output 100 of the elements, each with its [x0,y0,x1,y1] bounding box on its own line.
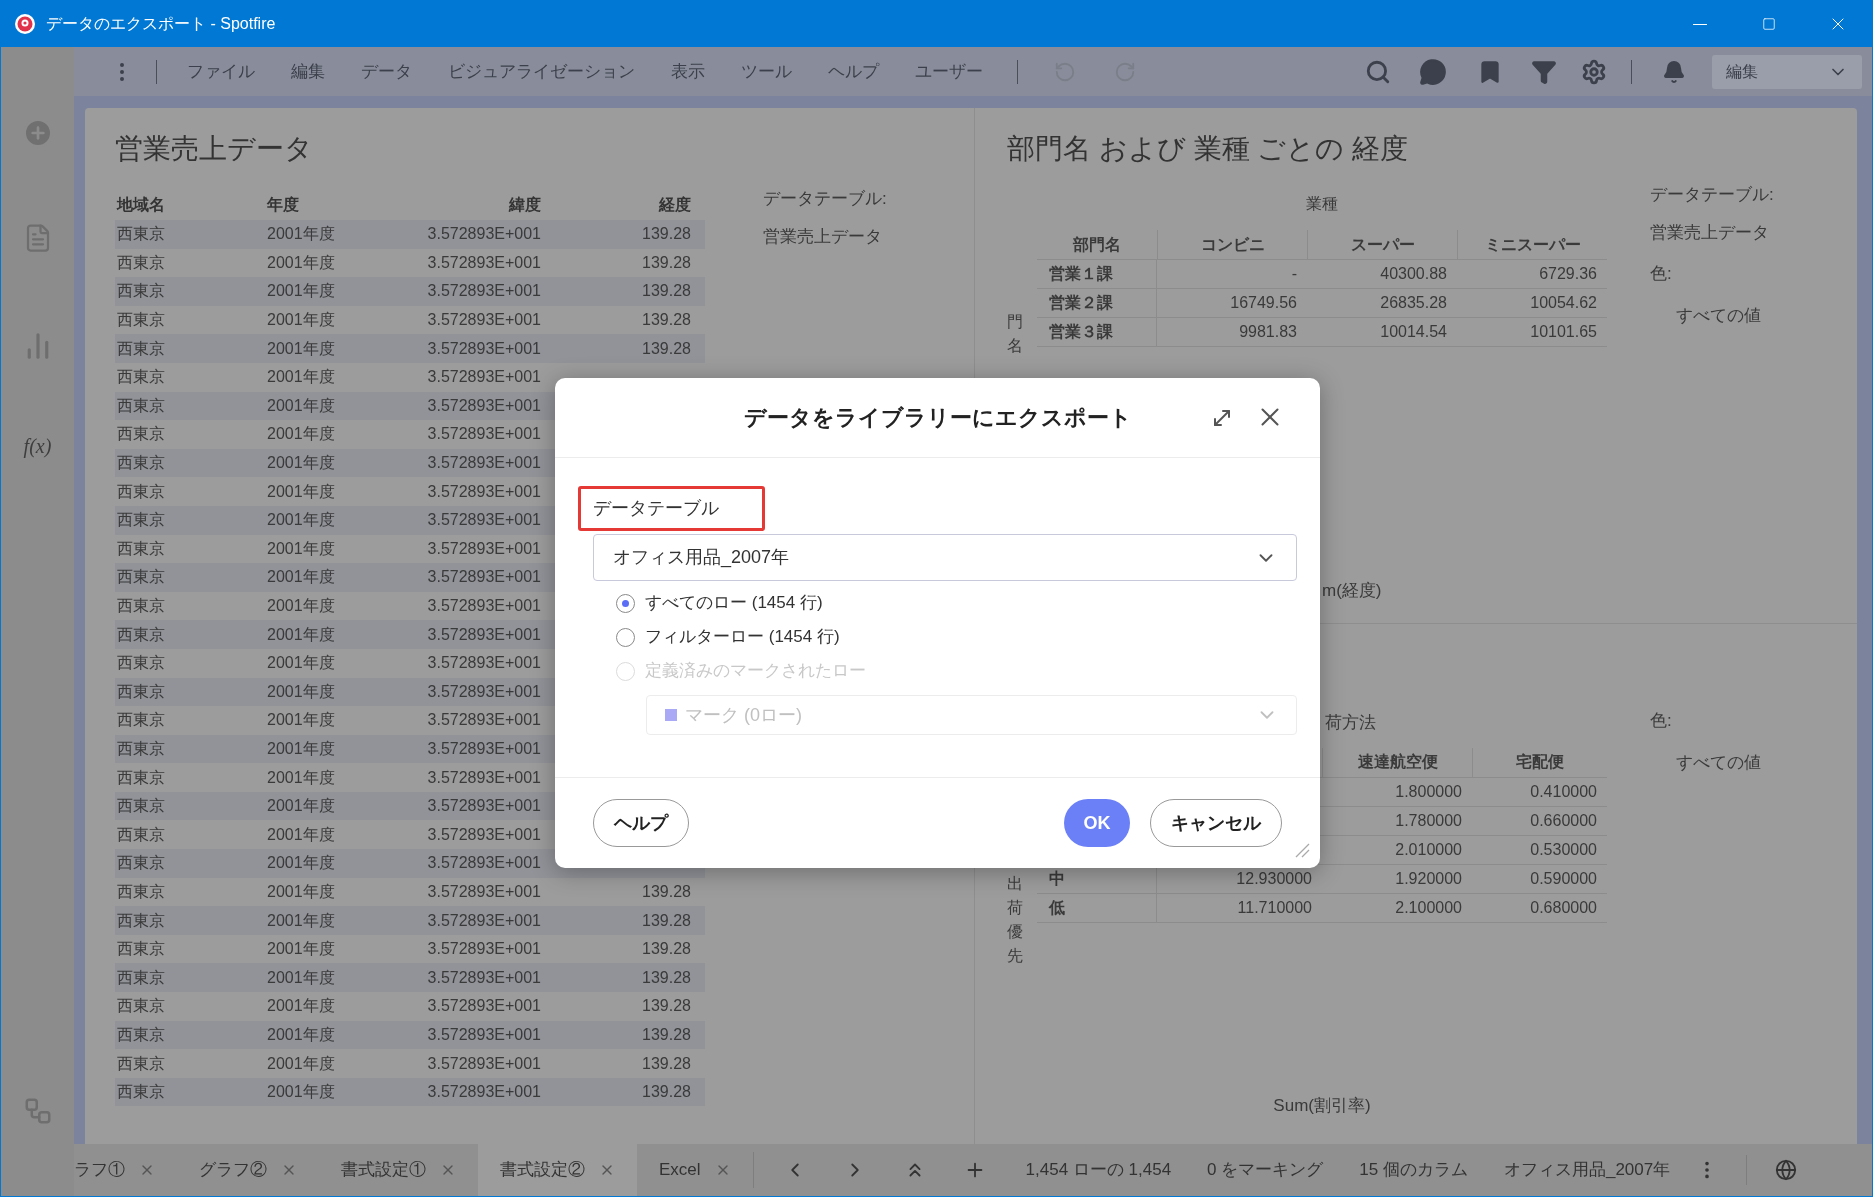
table-cell-text: 3.572893E+001 [427,1082,541,1103]
table-cell-text: 2001年度 [267,710,335,731]
menu-item[interactable]: ツール [723,58,810,85]
mode-dropdown[interactable]: 編集 [1712,54,1862,89]
radio-label[interactable]: すべてのロー (1454 行) [645,590,823,616]
sheet-tab[interactable]: 書式設定② [478,1144,637,1196]
table-cell-text: 1.800000 [1395,781,1462,802]
table-cell-text: 3.572893E+001 [427,681,541,702]
table-cell-text: 2001年度 [267,281,335,302]
ok-button[interactable]: OK [1064,799,1130,847]
table-select[interactable]: オフィス用品_2007年 [593,534,1297,581]
table-cell-text: 2001年度 [267,853,335,874]
table-cell-text: 西東京 [117,538,165,559]
table-cell-text: 1.920000 [1395,868,1462,889]
table-cell-text: 3.572893E+001 [427,767,541,788]
notification-icon[interactable] [1662,59,1686,84]
table-cell-text: 139.28 [642,1082,691,1103]
legend-value: すべての値 [1675,751,1761,774]
sheet-tab[interactable]: ラフ① [74,1144,177,1196]
sheet-tab[interactable]: Excel [637,1144,753,1196]
app-logo-icon [14,13,36,35]
table-cell-text: 139.28 [642,967,691,988]
column-header: スーパー [1350,234,1415,255]
menu-item[interactable]: データ [343,58,430,85]
table-cell-text: 西東京 [117,367,165,388]
column-header: コンビニ [1200,234,1265,255]
radio-label[interactable]: フィルターロー (1454 行) [645,624,840,650]
table-cell-text: 3.572893E+001 [427,538,541,559]
table-cell-text: 2001年度 [267,739,335,759]
table-cell-text: 139.28 [642,338,691,359]
table-cell-text: 10014.54 [1380,322,1447,342]
table-cell-text: 西東京 [117,881,165,902]
table-cell-text: 139.28 [642,1024,691,1045]
legend-heading: データテーブル: [1650,184,1774,206]
table-cell-text: 3.572893E+001 [427,395,541,416]
status-text: 1,454 ローの 1,454 [1025,1159,1172,1182]
menu-item[interactable]: 編集 [273,58,343,85]
table-cell-text: 西東京 [117,310,165,331]
resize-grip-icon [1294,842,1310,858]
table-cell-text: 3.572893E+001 [427,310,541,331]
table-cell-text: 西東京 [117,710,165,731]
table-cell-text: 3.572893E+001 [427,252,541,273]
row-header: 中 [1049,868,1065,889]
table-cell-text: 139.28 [642,252,691,273]
table-cell-text: 西東京 [117,853,165,874]
sheet-tab[interactable]: 書式設定① [319,1144,478,1196]
panel-title: 部門名 および 業種 ごとの 経度 [1007,132,1410,166]
search-icon[interactable] [1365,58,1391,85]
axis-label: 荷方法 [1325,712,1377,734]
section-label: データテーブル [578,486,765,531]
chat-icon[interactable] [1419,57,1447,86]
maximize-icon [1761,17,1776,31]
table-cell-text: 3.572893E+001 [427,824,541,845]
globe-icon[interactable] [1775,1159,1798,1181]
table-cell-text: 0.410000 [1530,781,1597,802]
table-cell-text: 2001年度 [267,1024,335,1045]
filter-icon[interactable] [1531,58,1557,85]
panel-title: 営業売上データ [115,132,314,166]
table-cell-text: 3.572893E+001 [427,281,541,302]
table-cell-text: 2001年度 [267,424,335,445]
table-cell-text: 139.28 [642,881,691,902]
table-cell-text: 西東京 [117,281,165,302]
menu-item[interactable]: ファイル [169,58,273,85]
settings-icon[interactable] [1581,58,1607,85]
value-label: Sum(割引率) [1273,1094,1371,1117]
table-cell-text: 西東京 [117,653,165,674]
menu-item[interactable]: ヘルプ [810,58,897,85]
table-cell-text: 西東京 [117,681,165,702]
table-cell-text: 40300.88 [1380,264,1447,284]
menu-item[interactable]: ビジュアライゼーション [430,58,653,85]
table-cell-text: 西東京 [117,767,165,788]
legend-value: 営業売上データ [1650,221,1770,244]
table-cell-text: 西東京 [117,910,165,931]
status-text: オフィス用品_2007年 [1503,1159,1671,1182]
table-cell-text: 26835.28 [1380,293,1447,313]
formula-icon[interactable]: f(x) [23,431,52,461]
legend-value: すべての値 [1675,304,1762,327]
menu-item[interactable]: 表示 [653,58,723,85]
table-cell-text: 西東京 [117,1053,165,1074]
table-cell-text: 西東京 [117,939,165,960]
dialog-button[interactable]: キャンセル [1150,799,1282,847]
table-cell-text: 2.100000 [1395,897,1462,918]
table-cell-text: 2001年度 [267,624,335,645]
table-cell-text: 西東京 [117,1082,165,1103]
dialog-button[interactable]: ヘルプ [593,799,689,847]
table-cell-text: 3.572893E+001 [427,510,541,531]
table-cell-text: 西東京 [117,967,165,988]
table-cell-text: 2001年度 [267,453,335,474]
table-cell-text: 西東京 [117,338,165,359]
table-cell-text: 2001年度 [267,653,335,674]
table-cell-text: 3.572893E+001 [427,424,541,445]
table-cell-text: 2001年度 [267,395,335,416]
table-cell-text: 3.572893E+001 [427,996,541,1017]
table-cell-text: 3.572893E+001 [427,367,541,388]
menu-item[interactable]: ユーザー [897,58,1001,85]
table-cell-text: 3.572893E+001 [427,1024,541,1045]
table-cell-text: 3.572893E+001 [427,338,541,359]
table-cell-text: 2001年度 [267,567,335,588]
sheet-tab[interactable]: グラフ② [177,1144,319,1196]
row-header: 営業１課 [1049,264,1113,284]
